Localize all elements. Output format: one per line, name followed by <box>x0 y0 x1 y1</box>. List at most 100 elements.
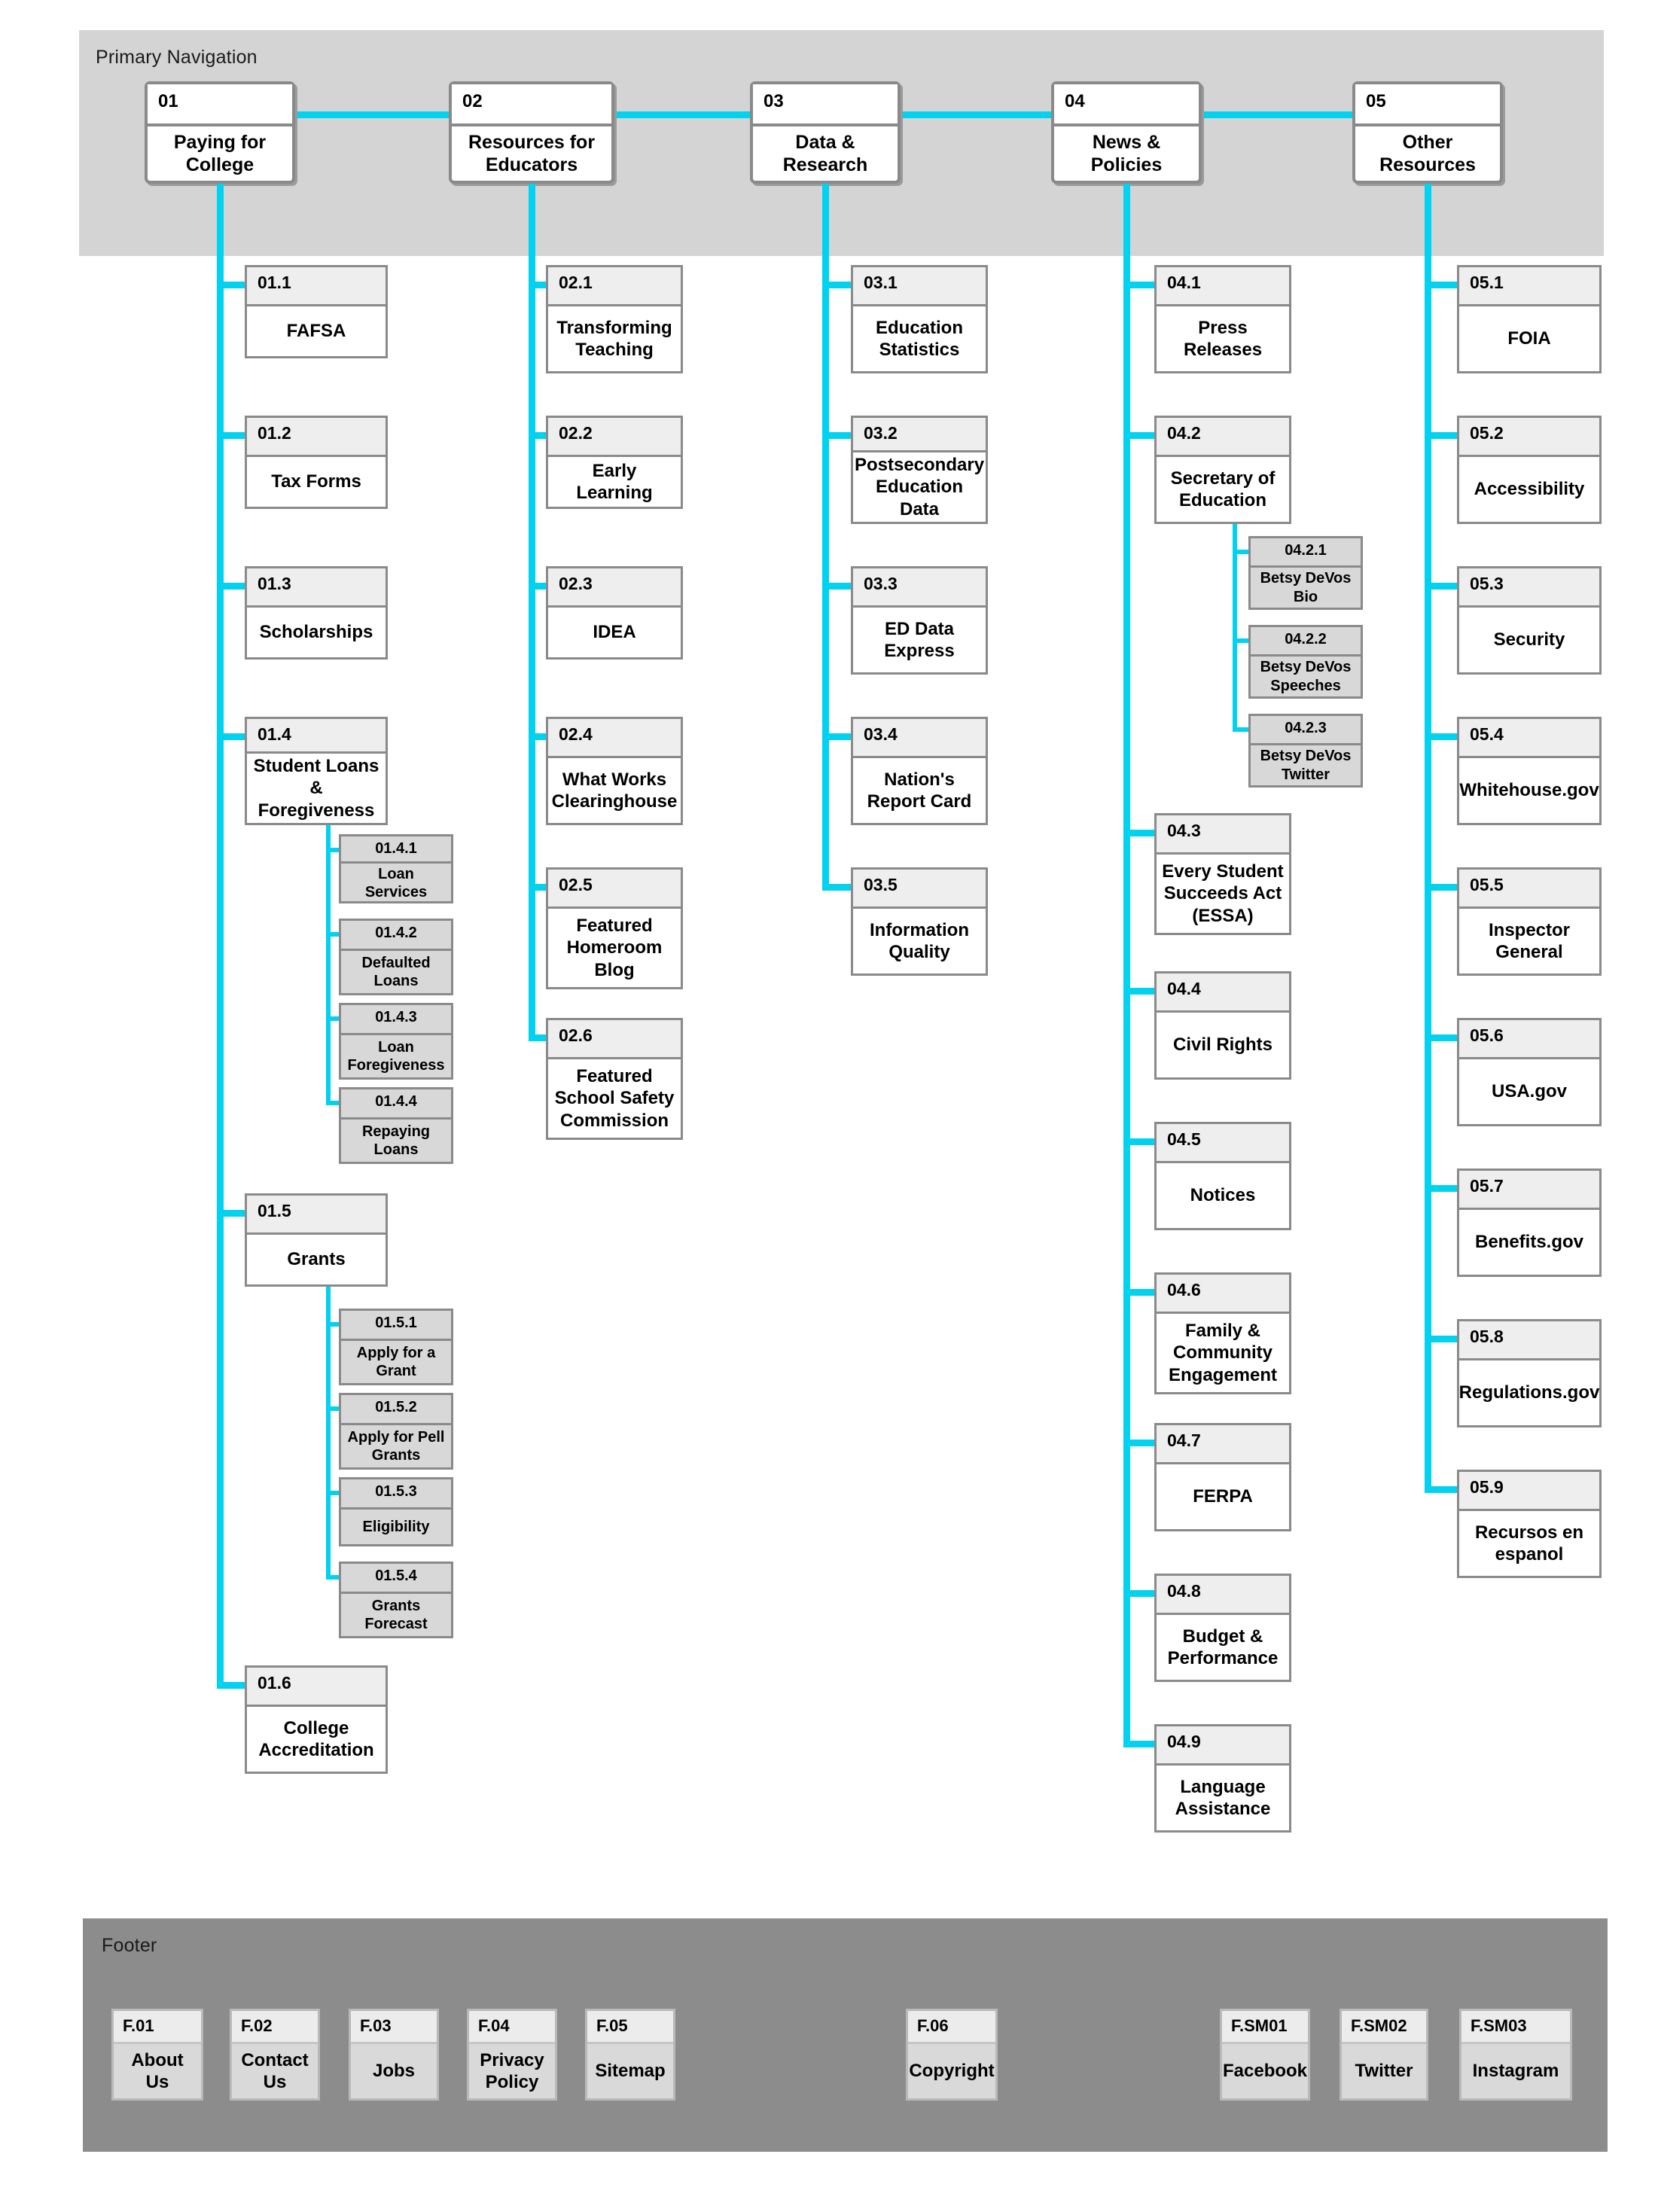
node-03.2-id: 03.2 <box>853 418 986 453</box>
node-01.4.1[interactable]: 01.4.1 Loan Services <box>339 834 453 903</box>
node-04.5[interactable]: 04.5 Notices <box>1154 1122 1291 1230</box>
node-01.4.1-label: Loan Services <box>364 866 428 901</box>
footer-item-F.01[interactable]: F.01 About Us <box>111 2009 203 2101</box>
node-05.9[interactable]: 05.9 Recursos en espanol <box>1457 1470 1602 1578</box>
node-04.3-label: Every Student Succeeds Act (ESSA) <box>1162 861 1284 926</box>
node-01.5.4[interactable]: 01.5.4 Grants Forecast <box>339 1562 453 1638</box>
branch-connector <box>1425 1486 1460 1493</box>
node-04.2.1[interactable]: 04.2.1 Betsy DeVos Bio <box>1248 536 1363 610</box>
node-01.4.2-id: 01.4.2 <box>341 921 451 951</box>
node-05.3[interactable]: 05.3 Security <box>1457 566 1602 675</box>
primary-nav-item-03[interactable]: 03 Data & Research <box>750 81 901 184</box>
node-04.1[interactable]: 04.1 Press Releases <box>1154 265 1291 373</box>
node-01.2[interactable]: 01.2 Tax Forms <box>245 416 388 509</box>
node-05.4[interactable]: 05.4 Whitehouse.gov <box>1457 717 1602 825</box>
node-01.4.3-id: 01.4.3 <box>341 1005 451 1035</box>
footer-item-F.03[interactable]: F.03 Jobs <box>349 2009 439 2101</box>
node-02.3[interactable]: 02.3 IDEA <box>546 566 683 660</box>
node-05.7[interactable]: 05.7 Benefits.gov <box>1457 1168 1602 1277</box>
branch-connector <box>1425 1034 1460 1041</box>
node-01.5.2[interactable]: 01.5.2 Apply for Pell Grants <box>339 1393 453 1470</box>
primary-nav-item-02[interactable]: 02 Resources for Educators <box>449 81 614 184</box>
footer-item-F.05-label: Sitemap <box>587 2044 673 2098</box>
node-01.4-label: Student Loans & Foregiveness <box>253 756 379 821</box>
node-04.5-id: 04.5 <box>1157 1124 1289 1163</box>
node-04.9-id: 04.9 <box>1157 1726 1289 1766</box>
branch-connector <box>822 884 854 891</box>
node-01.5.2-id: 01.5.2 <box>341 1395 451 1425</box>
node-01.4[interactable]: 01.4 Student Loans & Foregiveness <box>245 717 388 825</box>
node-02.5-label: Featured Homeroom Blog <box>566 916 663 980</box>
node-01.5.1[interactable]: 01.5.1 Apply for a Grant <box>339 1309 453 1385</box>
node-03.5[interactable]: 03.5 Information Quality <box>851 867 988 976</box>
node-04.2.3-id: 04.2.3 <box>1251 716 1361 746</box>
node-01.4.2[interactable]: 01.4.2 Defaulted Loans <box>339 919 453 995</box>
node-01.4.4[interactable]: 01.4.4 Repaying Loans <box>339 1087 453 1164</box>
node-01.5[interactable]: 01.5 Grants <box>245 1193 388 1287</box>
node-04.2.2[interactable]: 04.2.2 Betsy DeVos Speeches <box>1248 625 1363 699</box>
node-04.7-label: FERPA <box>1193 1486 1253 1507</box>
footer-item-F.02-id: F.02 <box>232 2011 318 2044</box>
node-04.4[interactable]: 04.4 Civil Rights <box>1154 971 1291 1080</box>
footer-item-F.05[interactable]: F.05 Sitemap <box>585 2009 675 2101</box>
branch-connector <box>822 282 854 288</box>
branch-connector <box>1123 988 1157 995</box>
primary-nav-item-04[interactable]: 04 News & Policies <box>1051 81 1202 184</box>
node-02.6-label: Featured School Safety Commission <box>554 1066 675 1131</box>
node-05.1-id: 05.1 <box>1459 267 1599 306</box>
primary-nav-item-04-label: News & Policies <box>1090 131 1163 176</box>
node-05.2-id: 05.2 <box>1459 418 1599 457</box>
node-01.3-id: 01.3 <box>247 568 386 608</box>
node-05.5[interactable]: 05.5 Inspector General <box>1457 867 1602 976</box>
node-02.1[interactable]: 02.1 Transforming Teaching <box>546 265 683 373</box>
node-02.4[interactable]: 02.4 What Works Clearinghouse <box>546 717 683 825</box>
node-01.3[interactable]: 01.3 Scholarships <box>245 566 388 660</box>
node-02.6[interactable]: 02.6 Featured School Safety Commission <box>546 1018 683 1140</box>
node-03.2[interactable]: 03.2 Postsecondary Education Data <box>851 416 988 524</box>
branch-connector <box>1425 432 1460 439</box>
node-01.6[interactable]: 01.6 College Accreditation <box>245 1665 388 1774</box>
node-05.1[interactable]: 05.1 FOIA <box>1457 265 1602 373</box>
footer-item-F.02[interactable]: F.02 Contact Us <box>230 2009 320 2101</box>
node-05.9-label: Recursos en espanol <box>1474 1522 1584 1565</box>
footer-item-F.SM03[interactable]: F.SM03 Instagram <box>1459 2009 1572 2101</box>
primary-nav-item-01-label: Paying for College <box>173 131 267 176</box>
node-04.7[interactable]: 04.7 FERPA <box>1154 1423 1291 1531</box>
node-04.2.1-label: Betsy DeVos Bio <box>1260 570 1352 605</box>
footer-item-F.SM03-label: Instagram <box>1461 2044 1570 2098</box>
node-05.2[interactable]: 05.2 Accessibility <box>1457 416 1602 524</box>
node-04.8[interactable]: 04.8 Budget & Performance <box>1154 1574 1291 1682</box>
node-01.2-label: Tax Forms <box>271 471 361 492</box>
footer-item-F.SM02[interactable]: F.SM02 Twitter <box>1340 2009 1428 2101</box>
node-04.6[interactable]: 04.6 Family & Community Engagement <box>1154 1272 1291 1394</box>
node-01.1[interactable]: 01.1 FAFSA <box>245 265 388 358</box>
node-02.2-id: 02.2 <box>548 418 681 457</box>
node-03.1[interactable]: 03.1 Education Statistics <box>851 265 988 373</box>
node-04.9[interactable]: 04.9 Language Assistance <box>1154 1724 1291 1833</box>
node-03.3[interactable]: 03.3 ED Data Express <box>851 566 988 675</box>
node-02.2[interactable]: 02.2 Early Learning <box>546 416 683 509</box>
node-01.5.3[interactable]: 01.5.3 Eligibility <box>339 1477 453 1546</box>
primary-nav-item-03-label: Data & Research <box>782 131 868 176</box>
footer-item-F.04[interactable]: F.04 Privacy Policy <box>467 2009 557 2101</box>
node-04.2.3[interactable]: 04.2.3 Betsy DeVos Twitter <box>1248 714 1363 788</box>
primary-nav-item-01[interactable]: 01 Paying for College <box>145 81 295 184</box>
footer-item-F.SM01[interactable]: F.SM01 Facebook <box>1220 2009 1310 2101</box>
node-04.8-id: 04.8 <box>1157 1576 1289 1615</box>
node-05.7-id: 05.7 <box>1459 1171 1599 1210</box>
node-05.2-label: Accessibility <box>1474 479 1585 500</box>
primary-nav-item-05[interactable]: 05 Other Resources <box>1352 81 1503 184</box>
node-05.6[interactable]: 05.6 USA.gov <box>1457 1018 1602 1126</box>
node-05.8[interactable]: 05.8 Regulations.gov <box>1457 1319 1602 1427</box>
node-04.3-id: 04.3 <box>1157 815 1289 855</box>
node-02.5[interactable]: 02.5 Featured Homeroom Blog <box>546 867 683 989</box>
node-03.4[interactable]: 03.4 Nation's Report Card <box>851 717 988 825</box>
primary-nav-item-02-id: 02 <box>452 84 611 126</box>
footer-item-F.06[interactable]: F.06 Copyright <box>906 2009 998 2101</box>
primary-nav-item-05-label: Other Resources <box>1379 131 1476 176</box>
node-04.2[interactable]: 04.2 Secretary of Education <box>1154 416 1291 524</box>
branch-connector <box>1425 733 1460 740</box>
node-01.4.3[interactable]: 01.4.3 Loan Foregiveness <box>339 1003 453 1080</box>
node-04.3[interactable]: 04.3 Every Student Succeeds Act (ESSA) <box>1154 813 1291 935</box>
node-01.4-id: 01.4 <box>247 719 386 754</box>
